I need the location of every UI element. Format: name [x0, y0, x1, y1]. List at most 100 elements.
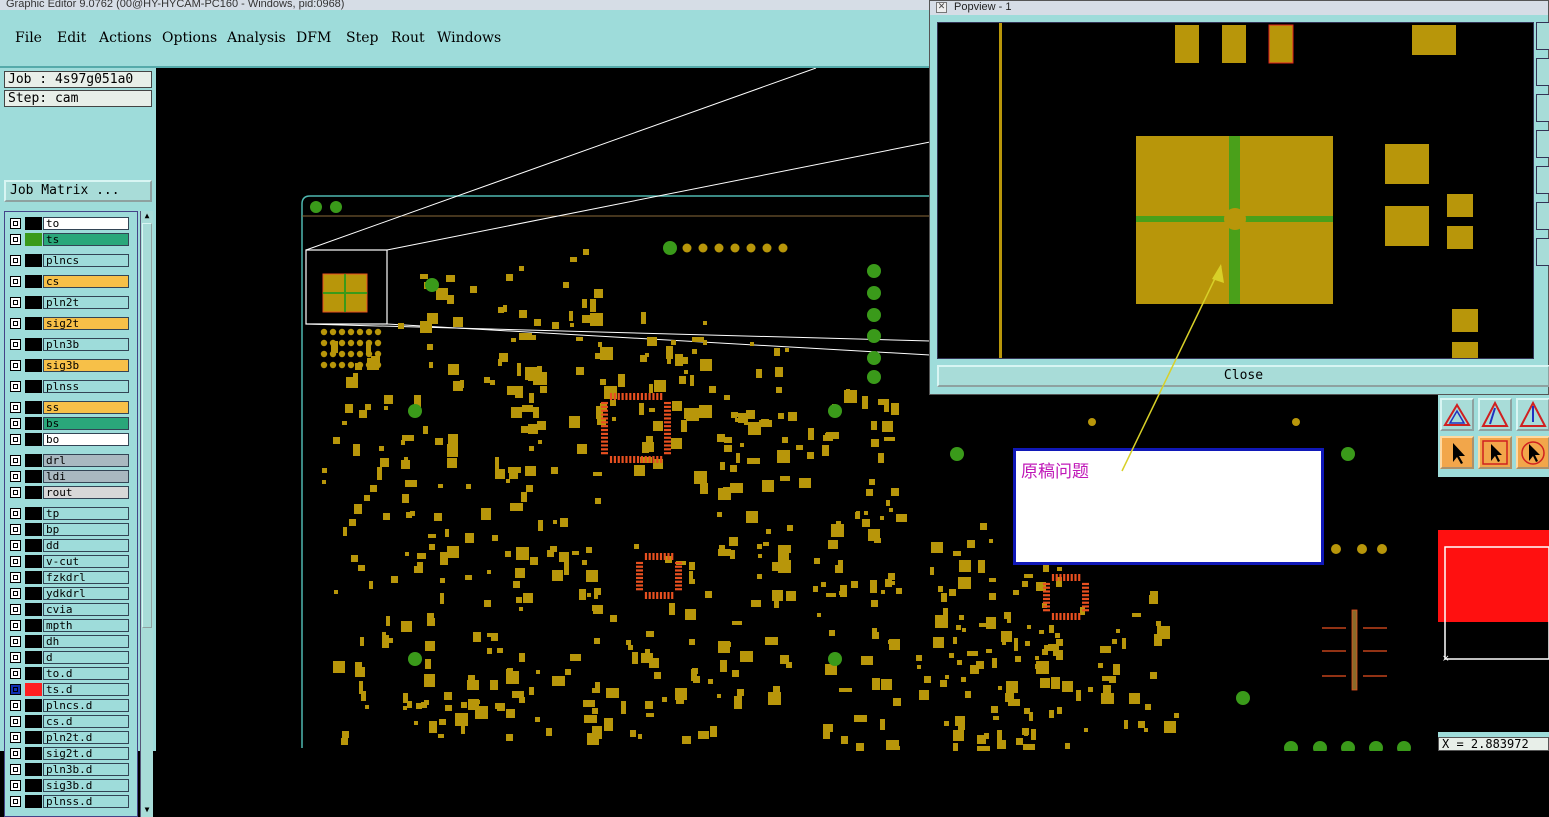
layer-checkbox[interactable]	[10, 218, 21, 229]
layer-checkbox[interactable]	[10, 508, 21, 519]
layer-checkbox[interactable]	[10, 780, 21, 791]
layer-name[interactable]: bp	[43, 523, 129, 536]
layer-color-swatch[interactable]	[25, 555, 42, 568]
layer-checkbox[interactable]	[10, 604, 21, 615]
layer-color-swatch[interactable]	[25, 470, 42, 483]
menu-actions[interactable]: Actions	[99, 30, 152, 46]
popview-tool-button[interactable]	[1536, 94, 1549, 122]
menu-dfm[interactable]: DFM	[296, 30, 331, 46]
layer-name[interactable]: cs.d	[43, 715, 129, 728]
layer-row-plnss[interactable]: plnss	[7, 380, 129, 393]
layer-checkbox[interactable]	[10, 636, 21, 647]
layer-list-scrollbar[interactable]: ▲ ▼	[140, 211, 153, 817]
layer-row-drl[interactable]: drl	[7, 454, 129, 467]
layer-name[interactable]: pln3b.d	[43, 763, 129, 776]
layer-name[interactable]: sig2t	[43, 317, 129, 330]
layer-color-swatch[interactable]	[25, 338, 42, 351]
job-matrix-button[interactable]: Job Matrix ...	[4, 180, 152, 202]
layer-row-pln3b-d[interactable]: pln3b.d	[7, 763, 129, 776]
layer-name[interactable]: sig3b	[43, 359, 129, 372]
layer-row-mpth[interactable]: mpth	[7, 619, 129, 632]
layer-name[interactable]: pln2t	[43, 296, 129, 309]
layer-name[interactable]: dd	[43, 539, 129, 552]
menu-file[interactable]: File	[15, 30, 42, 46]
layer-row-dh[interactable]: dh	[7, 635, 129, 648]
layer-color-swatch[interactable]	[25, 507, 42, 520]
layer-color-swatch[interactable]	[25, 795, 42, 808]
layer-row-ts[interactable]: ts	[7, 233, 129, 246]
layer-row-ts-d[interactable]: ts.d	[7, 683, 129, 696]
layer-name[interactable]: sig3b.d	[43, 779, 129, 792]
layer-checkbox[interactable]	[10, 402, 21, 413]
layer-checkbox[interactable]	[10, 652, 21, 663]
layer-name[interactable]: ts.d	[43, 683, 129, 696]
layer-color-swatch[interactable]	[25, 779, 42, 792]
layer-checkbox[interactable]	[10, 668, 21, 679]
popview-tool-button[interactable]	[1536, 22, 1549, 50]
layer-row-to[interactable]: to	[7, 217, 129, 230]
layer-color-swatch[interactable]	[25, 417, 42, 430]
scroll-thumb[interactable]	[142, 223, 152, 628]
menu-step[interactable]: Step	[346, 30, 378, 46]
layer-color-swatch[interactable]	[25, 217, 42, 230]
layer-checkbox[interactable]	[10, 588, 21, 599]
layer-checkbox[interactable]	[10, 418, 21, 429]
layer-name[interactable]: v-cut	[43, 555, 129, 568]
layer-name[interactable]: plncs.d	[43, 699, 129, 712]
layer-color-swatch[interactable]	[25, 233, 42, 246]
layer-checkbox[interactable]	[10, 471, 21, 482]
layer-name[interactable]: plnss.d	[43, 795, 129, 808]
layer-name[interactable]: plncs	[43, 254, 129, 267]
layer-color-swatch[interactable]	[25, 401, 42, 414]
layer-checkbox[interactable]	[10, 572, 21, 583]
menu-windows[interactable]: Windows	[437, 30, 501, 46]
layer-row-sig2t[interactable]: sig2t	[7, 317, 129, 330]
popview-tool-button[interactable]	[1536, 130, 1549, 158]
layer-row-fzkdrl[interactable]: fzkdrl	[7, 571, 129, 584]
layer-name[interactable]: mpth	[43, 619, 129, 632]
scroll-up-icon[interactable]: ▲	[142, 211, 152, 221]
select-zone-tool-button[interactable]	[1516, 436, 1549, 469]
layer-name[interactable]: ss	[43, 401, 129, 414]
layer-color-swatch[interactable]	[25, 296, 42, 309]
triangle-tool-button[interactable]	[1478, 398, 1512, 431]
layer-color-swatch[interactable]	[25, 699, 42, 712]
layer-checkbox[interactable]	[10, 360, 21, 371]
layer-color-swatch[interactable]	[25, 619, 42, 632]
layer-row-ldi[interactable]: ldi	[7, 470, 129, 483]
menu-options[interactable]: Options	[162, 30, 217, 46]
layer-checkbox[interactable]	[10, 716, 21, 727]
overview-map[interactable]: ×	[1438, 477, 1549, 732]
layer-row-plncs[interactable]: plncs	[7, 254, 129, 267]
layer-name[interactable]: sig2t.d	[43, 747, 129, 760]
layer-checkbox[interactable]	[10, 556, 21, 567]
layer-name[interactable]: pln2t.d	[43, 731, 129, 744]
layer-name[interactable]: ydkdrl	[43, 587, 129, 600]
scroll-down-icon[interactable]: ▼	[142, 805, 152, 815]
layer-color-swatch[interactable]	[25, 486, 42, 499]
layer-checkbox[interactable]	[10, 255, 21, 266]
layer-checkbox[interactable]	[10, 796, 21, 807]
layer-checkbox[interactable]	[10, 318, 21, 329]
layer-row-plnss-d[interactable]: plnss.d	[7, 795, 129, 808]
layer-row-v-cut[interactable]: v-cut	[7, 555, 129, 568]
layer-color-swatch[interactable]	[25, 715, 42, 728]
layer-color-swatch[interactable]	[25, 454, 42, 467]
layer-color-swatch[interactable]	[25, 275, 42, 288]
layer-row-pln2t-d[interactable]: pln2t.d	[7, 731, 129, 744]
popview-tool-button[interactable]	[1536, 166, 1549, 194]
layer-checkbox[interactable]	[10, 684, 21, 695]
layer-name[interactable]: to.d	[43, 667, 129, 680]
layer-checkbox[interactable]	[10, 524, 21, 535]
layer-checkbox[interactable]	[10, 764, 21, 775]
close-x-icon[interactable]: ✕	[936, 2, 947, 13]
layer-name[interactable]: pln3b	[43, 338, 129, 351]
layer-row-pln2t[interactable]: pln2t	[7, 296, 129, 309]
layer-color-swatch[interactable]	[25, 359, 42, 372]
layer-name[interactable]: rout	[43, 486, 129, 499]
layer-checkbox[interactable]	[10, 732, 21, 743]
layer-row-bo[interactable]: bo	[7, 433, 129, 446]
layer-row-ydkdrl[interactable]: ydkdrl	[7, 587, 129, 600]
layer-color-swatch[interactable]	[25, 433, 42, 446]
layer-color-swatch[interactable]	[25, 683, 42, 696]
